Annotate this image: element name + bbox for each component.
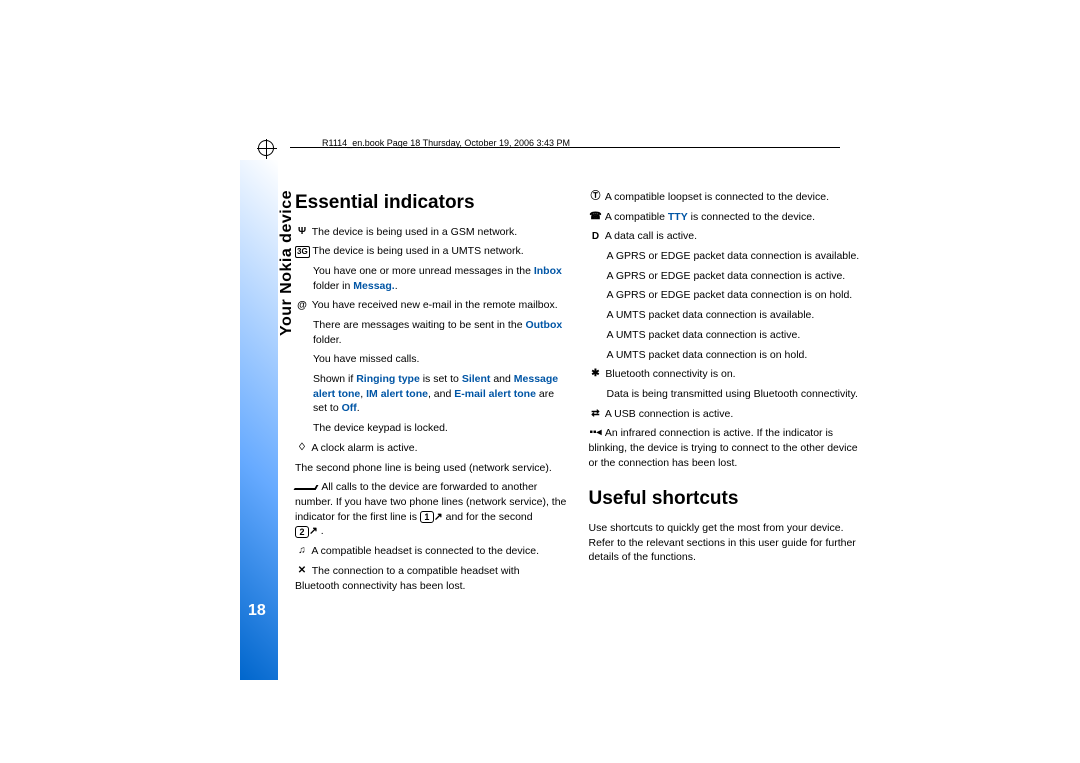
text: A clock alarm is active. [311,442,417,454]
text: An infrared connection is active. If the… [589,427,858,468]
text: A GPRS or EDGE packet data connection is… [589,249,861,264]
text-shortcuts: Use shortcuts to quickly get the most fr… [589,521,861,565]
text: A UMTS packet data connection is on hold… [589,348,861,363]
text: The device is being used in a UMTS netwo… [312,245,523,257]
text: You have missed calls. [295,352,567,367]
text: A GPRS or EDGE packet data connection is… [589,288,861,303]
text: Bluetooth connectivity is on. [605,368,735,380]
heading-essential-indicators: Essential indicators [295,190,567,217]
sidebar-section-label: Your Nokia device [278,190,296,336]
signal-icon: Ψ [295,227,309,237]
text: A GPRS or EDGE packet data connection is… [589,269,861,284]
text: You have received new e-mail in the remo… [312,299,558,311]
header-crop-info: R1114_en.book Page 18 Thursday, October … [322,138,570,148]
alarm-icon: ♢ [295,443,309,453]
text: The second phone line is being used (net… [295,461,567,476]
text: The device is being used in a GSM networ… [312,226,517,238]
text: Data is being transmitted using Bluetoot… [589,387,861,402]
text-ringing: Shown if Ringing type is set to Silent a… [295,372,567,416]
crop-registration-mark [258,140,274,156]
data-call-icon: D [589,232,603,242]
text: A USB connection is active. [605,408,733,420]
headset-icon: ♫ [295,546,309,556]
tty-icon: ☎ [589,212,603,222]
text: A data call is active. [605,230,697,242]
page-content: 18 Your Nokia device Essential indicator… [240,160,860,680]
column-right: Ⓣ A compatible loopset is connected to t… [589,190,861,598]
sidebar-gradient: 18 [240,160,278,680]
line1-icon: 1 [420,511,434,523]
loopset-icon: Ⓣ [589,192,603,202]
usb-icon: ⇄ [589,409,603,419]
line2-icon: 2 [295,526,309,538]
text-outbox: There are messages waiting to be sent in… [295,318,567,347]
forward-icon [294,485,319,490]
heading-useful-shortcuts: Useful shortcuts [589,486,861,513]
bt-headset-lost-icon: ✕ [295,566,309,576]
infrared-icon: ▪▪◂ [589,428,603,438]
link-messag: Messag. [353,280,394,292]
text: A UMTS packet data connection is active. [589,328,861,343]
3g-icon: 3G [295,246,310,258]
bluetooth-icon: ✱ [589,369,603,379]
text: A compatible loopset is connected to the… [605,191,829,203]
text-unread: You have one or more unread messages in … [295,264,567,293]
text: A compatible headset is connected to the… [311,545,539,557]
text-tty: A compatible TTY is connected to the dev… [605,211,815,223]
text: A UMTS packet data connection is availab… [589,308,861,323]
text: The device keypad is locked. [295,421,567,436]
email-icon: @ [295,301,309,311]
text-forward: All calls to the device are forwarded to… [295,480,567,539]
page-number: 18 [248,602,266,620]
column-left: Essential indicators Ψ The device is bei… [295,190,567,598]
link-tty: TTY [668,211,688,223]
link-outbox: Outbox [525,319,562,331]
link-inbox: Inbox [534,265,562,277]
text: The connection to a compatible headset w… [295,565,520,592]
